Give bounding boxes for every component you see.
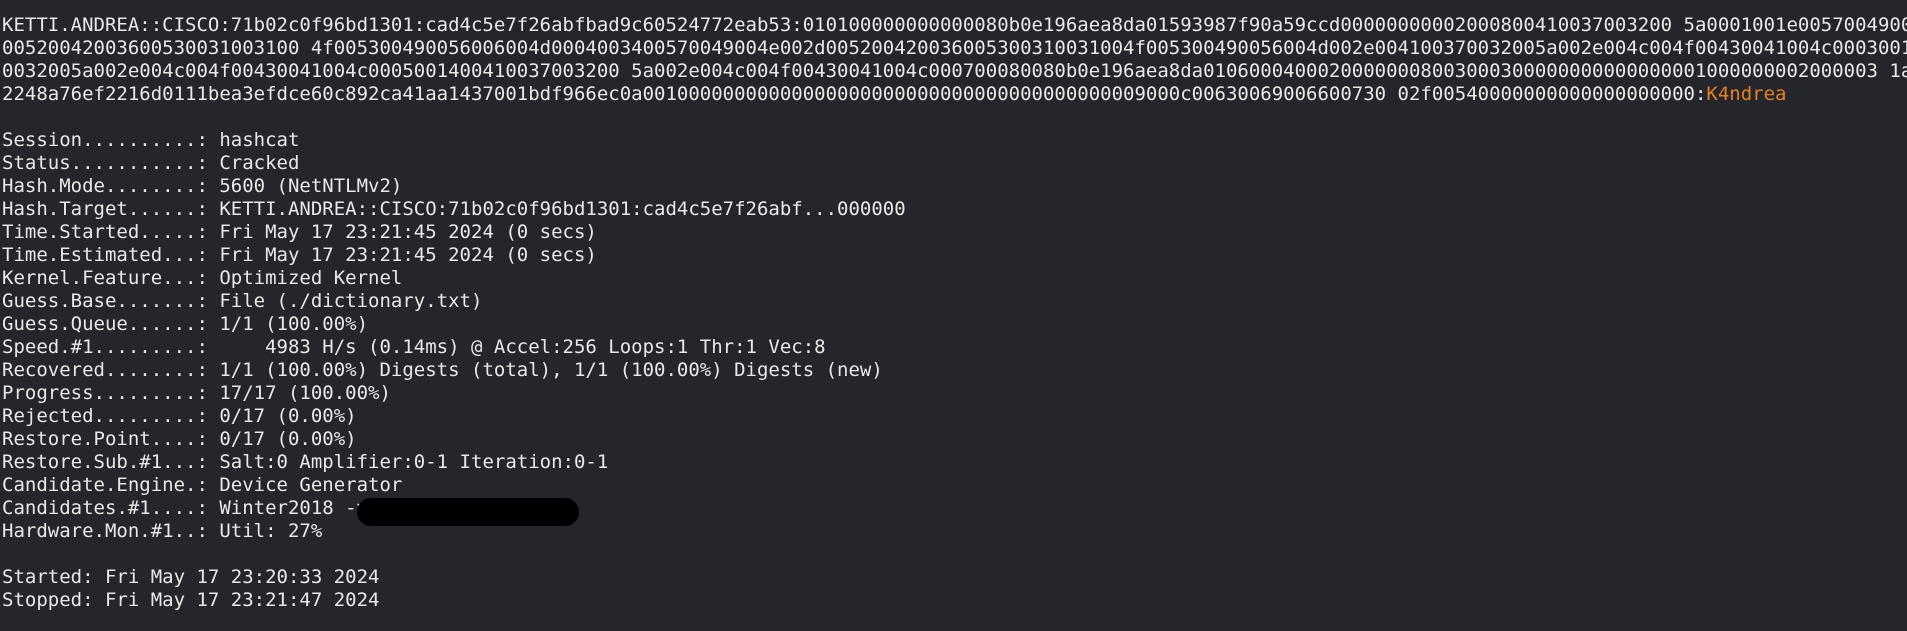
stat-value: Fri May 17 23:21:45 2024 (0 secs) [219, 244, 597, 266]
stat-key: Progress.........: [2, 382, 220, 404]
stat-key: Time.Estimated...: [2, 244, 220, 266]
stat-key: Speed.#1.........: [2, 336, 220, 358]
stat-value: 0/17 (0.00%) [219, 405, 357, 427]
stat-key: Guess.Base.......: [2, 290, 220, 312]
stat-key: Hash.Mode........: [2, 175, 220, 197]
stat-hash-target: Hash.Target......: KETTI.ANDREA::CISCO:7… [2, 198, 1907, 221]
stat-value: File (./dictionary.txt) [219, 290, 483, 312]
stat-key: Time.Started.....: [2, 221, 220, 243]
stat-value: 5600 (NetNTLMv2) [219, 175, 403, 197]
stat-value: 0/17 (0.00%) [219, 428, 357, 450]
stat-progress: Progress.........: 17/17 (100.00%) [2, 382, 1907, 405]
stat-value: Optimized Kernel [219, 267, 403, 289]
stat-key: Restore.Sub.#1...: [2, 451, 220, 473]
hash-line-4: 2248a76ef2216d0111bea3efdce60c892ca41aa1… [2, 83, 1907, 106]
stat-value: Salt:0 Amplifier:0-1 Iteration:0-1 [219, 451, 609, 473]
stat-value: Device Generator [219, 474, 403, 496]
stat-speed: Speed.#1.........: 4983 H/s (0.14ms) @ A… [2, 336, 1907, 359]
stat-key: Candidate.Engine.: [2, 474, 220, 496]
stat-status: Status...........: Cracked [2, 152, 1907, 175]
stat-hash-mode: Hash.Mode........: 5600 (NetNTLMv2) [2, 175, 1907, 198]
stat-key: Hash.Target......: [2, 198, 220, 220]
stat-value: 1/1 (100.00%) [219, 313, 369, 335]
stat-key: Status...........: [2, 152, 220, 174]
stat-restore-sub: Restore.Sub.#1...: Salt:0 Amplifier:0-1 … [2, 451, 1907, 474]
hash-line-3: 0032005a002e004c004f00430041004c00050014… [2, 60, 1907, 82]
stat-value: Util: 27% [219, 520, 323, 542]
footer-started: Started: Fri May 17 23:20:33 2024 [2, 566, 380, 588]
stat-key: Restore.Point....: [2, 428, 220, 450]
stat-recovered: Recovered........: 1/1 (100.00%) Digests… [2, 359, 1907, 382]
stat-guess-queue: Guess.Queue......: 1/1 (100.00%) [2, 313, 1907, 336]
stat-value: Fri May 17 23:21:45 2024 (0 secs) [219, 221, 597, 243]
stat-value: 1/1 (100.00%) Digests (total), 1/1 (100.… [219, 359, 883, 381]
stat-key: Rejected.........: [2, 405, 220, 427]
stat-key: Session..........: [2, 129, 220, 151]
stat-value: Cracked [219, 152, 300, 174]
stat-value: 17/17 (100.00%) [219, 382, 391, 404]
stat-rejected: Rejected.........: 0/17 (0.00%) [2, 405, 1907, 428]
stat-time-started: Time.Started.....: Fri May 17 23:21:45 2… [2, 221, 1907, 244]
stat-key: Kernel.Feature...: [2, 267, 220, 289]
stat-kernel-feature: Kernel.Feature...: Optimized Kernel [2, 267, 1907, 290]
hash-line-2: 00520042003600530031003100 4f00530049005… [2, 37, 1907, 59]
hash-line-4-text: 2248a76ef2216d0111bea3efdce60c892ca41aa1… [2, 83, 1707, 105]
stat-restore-point: Restore.Point....: 0/17 (0.00%) [2, 428, 1907, 451]
stat-value: hashcat [219, 129, 300, 151]
terminal-window[interactable]: KETTI.ANDREA::CISCO:71b02c0f96bd1301:cad… [0, 0, 1907, 631]
stat-key: Hardware.Mon.#1..: [2, 520, 220, 542]
stat-key: Recovered........: [2, 359, 220, 381]
stat-session: Session..........: hashcat [2, 129, 1907, 152]
stat-time-estimated: Time.Estimated...: Fri May 17 23:21:45 2… [2, 244, 1907, 267]
stat-candidate-engine: Candidate.Engine.: Device Generator [2, 474, 1907, 497]
stat-hardware-mon: Hardware.Mon.#1..: Util: 27% [2, 520, 1907, 543]
cracked-password: K4ndrea [1706, 83, 1787, 105]
stat-candidates: Candidates.#1....: Winter2018 -> [2, 497, 1907, 526]
hash-line-1: KETTI.ANDREA::CISCO:71b02c0f96bd1301:cad… [2, 14, 1907, 36]
stat-key: Guess.Queue......: [2, 313, 220, 335]
stat-guess-base: Guess.Base.......: File (./dictionary.tx… [2, 290, 1907, 313]
stat-key: Candidates.#1....: [2, 497, 220, 519]
stat-value: KETTI.ANDREA::CISCO:71b02c0f96bd1301:cad… [219, 198, 906, 220]
stat-value: 4983 H/s (0.14ms) @ Accel:256 Loops:1 Th… [219, 336, 826, 358]
footer-stopped: Stopped: Fri May 17 23:21:47 2024 [2, 589, 380, 611]
stat-value: Winter2018 -> [219, 497, 369, 519]
